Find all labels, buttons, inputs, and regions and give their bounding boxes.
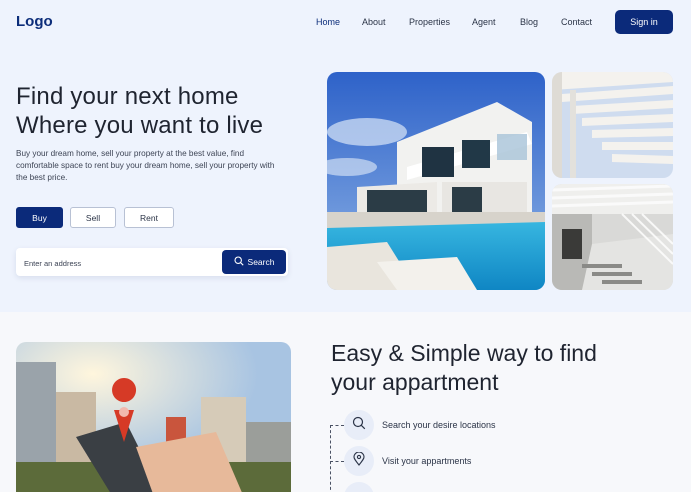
hero-description: Buy your dream home, sell your property …: [16, 149, 275, 182]
hero-title-line1: Find your next home: [16, 83, 239, 110]
nav-contact[interactable]: Contact: [561, 17, 592, 27]
step-search: [344, 410, 374, 440]
city-phone-photo: [16, 342, 291, 492]
interior-stairs-photo: [552, 184, 673, 290]
timeline-connector: [330, 425, 344, 426]
step-visit-label: Visit your appartments: [382, 456, 472, 466]
search-button-label: Search: [247, 257, 275, 267]
features-title-line2: your appartment: [331, 369, 499, 395]
nav-properties[interactable]: Properties: [409, 17, 450, 27]
nav-home[interactable]: Home: [316, 17, 340, 27]
timeline-line: [330, 425, 331, 492]
tab-rent[interactable]: Rent: [124, 207, 174, 228]
logo[interactable]: Logo: [16, 13, 53, 30]
tab-sell[interactable]: Sell: [70, 207, 116, 228]
search-button[interactable]: Search: [222, 250, 286, 274]
pergola-photo: [552, 72, 673, 178]
step-search-label: Search your desire locations: [382, 420, 496, 430]
search-bar: Search: [16, 248, 288, 276]
signin-button[interactable]: Sign in: [615, 10, 673, 34]
nav-blog[interactable]: Blog: [520, 17, 538, 27]
tab-buy[interactable]: Buy: [16, 207, 63, 228]
nav-about[interactable]: About: [362, 17, 386, 27]
nav-agent[interactable]: Agent: [472, 17, 496, 27]
search-icon: [233, 256, 244, 268]
timeline-connector: [330, 461, 344, 462]
hero-title-line2: Where you want to live: [16, 112, 264, 139]
location-pin-icon: [353, 451, 365, 471]
features-title-line1: Easy & Simple way to find: [331, 340, 597, 366]
search-input[interactable]: [24, 256, 214, 270]
house-pool-photo: [327, 72, 545, 290]
step-visit: [344, 446, 374, 476]
search-icon: [352, 416, 366, 435]
